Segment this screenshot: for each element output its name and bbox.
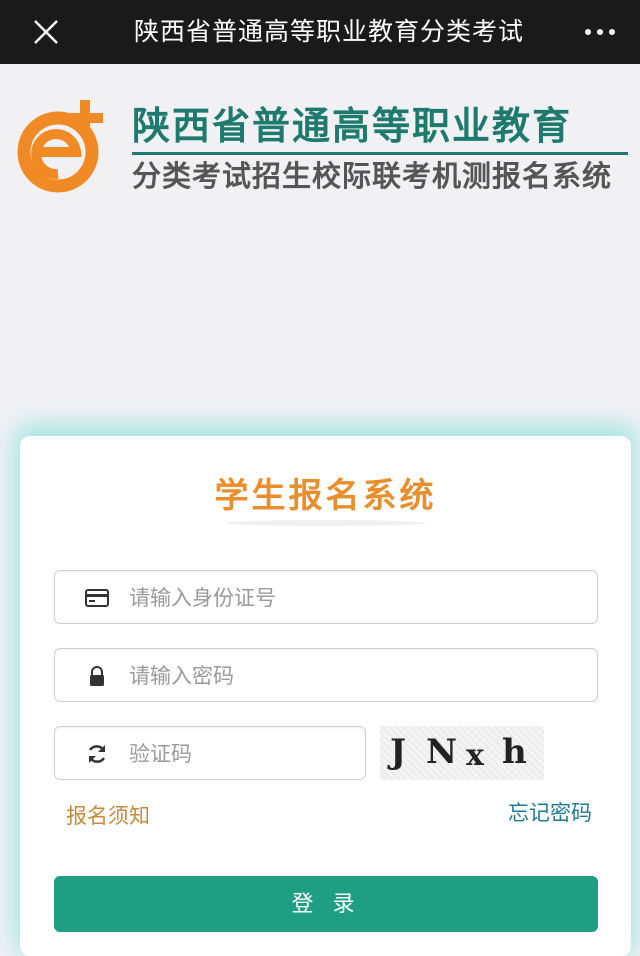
window-title: 陕西省普通高等职业教育分类考试 — [134, 17, 524, 46]
brand-divider — [132, 152, 628, 155]
captcha-image[interactable]: J N x h — [380, 726, 544, 780]
captcha-field[interactable] — [54, 726, 366, 780]
password-field[interactable] — [54, 648, 598, 702]
registration-notice-link[interactable]: 报名须知 — [66, 801, 150, 831]
close-icon[interactable] — [30, 16, 62, 48]
captcha-char: J — [390, 732, 407, 772]
brand-title: 陕西省普通高等职业教育 — [132, 104, 573, 148]
title-shadow — [226, 520, 426, 526]
login-title: 学生报名系统 — [214, 476, 437, 516]
id-number-input[interactable] — [127, 579, 571, 617]
forgot-password-link[interactable]: 忘记密码 — [508, 798, 592, 828]
captcha-char: x — [466, 738, 484, 773]
id-number-field[interactable] — [54, 570, 598, 624]
brand-subtitle: 分类考试招生校际联考机测报名系统 — [132, 159, 613, 193]
password-input[interactable] — [127, 657, 571, 695]
captcha-char: h — [502, 732, 527, 772]
e-plus-logo-icon — [17, 100, 103, 193]
top-bar: 陕西省普通高等职业教育分类考试 — [0, 0, 640, 64]
login-button[interactable]: 登 录 — [54, 876, 598, 932]
more-icon[interactable] — [582, 20, 618, 44]
captcha-input[interactable] — [127, 735, 351, 773]
captcha-char: N — [426, 732, 458, 772]
id-card-icon — [85, 589, 109, 607]
lock-icon — [90, 666, 104, 686]
refresh-icon[interactable] — [85, 742, 109, 766]
